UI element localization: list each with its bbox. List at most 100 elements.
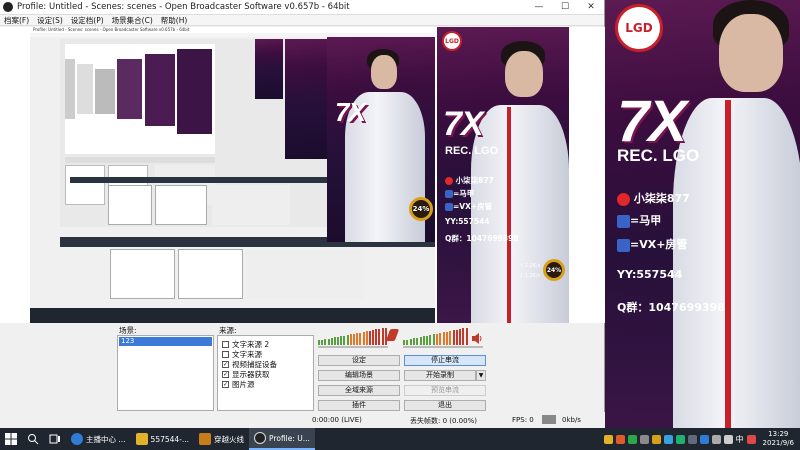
tray-icon[interactable] — [663, 434, 673, 444]
tray-icon[interactable] — [746, 434, 756, 444]
status-bar: 0:00:00 (LIVE) 丢失帧数: 0 (0.00%) FPS: 0 0k… — [0, 412, 605, 428]
meter-segment — [349, 334, 352, 345]
bitrate-readout: 0kb/s — [562, 416, 581, 424]
meter-segment — [324, 339, 327, 345]
volume-icon[interactable] — [723, 434, 733, 444]
meter-segment — [419, 337, 422, 345]
record-dropdown-arrow[interactable]: ▼ — [476, 370, 486, 381]
yy-line: YY:557544 — [617, 268, 683, 281]
sources-list[interactable]: 文字来源 2 文字来源 ✓ 视频捕捉设备 ✓ 显示器获取 ✓ 图片源 — [217, 335, 314, 411]
weibo-line: 小柒柒877 — [617, 190, 690, 206]
meter-segment — [327, 339, 330, 345]
obs-app-icon — [3, 2, 13, 12]
task-view-icon — [49, 434, 60, 444]
tray-icon[interactable] — [651, 434, 661, 444]
source-checkbox[interactable]: ✓ — [222, 381, 229, 388]
mic-volume-slider[interactable] — [403, 346, 483, 348]
qq-line: Q群：1047699398 — [617, 301, 725, 314]
start-record-button[interactable]: 开始录制 — [404, 370, 476, 381]
meter-segment — [442, 332, 445, 345]
stop-stream-button[interactable]: 停止串流 — [404, 355, 486, 366]
meter-segment — [372, 330, 375, 345]
tray-icon[interactable] — [603, 434, 613, 444]
menu-scene-collection[interactable]: 场景集合(C) — [112, 15, 153, 26]
scenes-list[interactable]: 123 — [117, 335, 214, 411]
stream-time: 0:00:00 (LIVE) — [312, 416, 362, 424]
windows-icon — [5, 433, 17, 445]
obs-app-icon — [254, 432, 267, 444]
edit-scene-button[interactable]: 编辑场景 — [318, 370, 400, 381]
minimize-button[interactable]: — — [526, 2, 552, 12]
search-button[interactable] — [22, 428, 44, 450]
meter-segment — [439, 333, 442, 345]
tray-icon[interactable] — [675, 434, 685, 444]
meter-segment — [406, 340, 409, 345]
tray-icon[interactable] — [615, 434, 625, 444]
meter-segment — [436, 334, 438, 345]
system-tray: 中 13:29 2021/9/6 — [603, 428, 800, 450]
preview-area[interactable]: Profile: Untitled - Scenes: scenes - Ope… — [0, 27, 605, 323]
preview-stream-button[interactable]: 预览串流 — [404, 385, 486, 396]
taskbar-app-streamer-center[interactable]: 主播中心 ... — [66, 428, 131, 450]
desktop-volume-slider[interactable] — [318, 346, 388, 348]
meter-segment — [353, 334, 355, 345]
taskbar-app-obs[interactable]: Profile: U... — [249, 428, 315, 450]
menu-help[interactable]: 帮助(H) — [161, 15, 188, 26]
start-button[interactable] — [0, 428, 22, 450]
meter-segment — [416, 338, 419, 345]
menu-settings[interactable]: 设定(S) — [37, 15, 63, 26]
meter-segment — [381, 328, 384, 345]
tray-icon[interactable] — [687, 434, 697, 444]
tray-icon[interactable] — [627, 434, 637, 444]
streamer-app-icon — [71, 433, 83, 445]
menu-file[interactable]: 档案(F) — [4, 15, 29, 26]
source-checkbox[interactable]: ✓ — [222, 361, 229, 368]
tray-icon[interactable] — [639, 434, 649, 444]
taskbar: 主播中心 ... 557544-... 穿越火线 Profile: U... 中… — [0, 428, 800, 450]
weibo-icon — [617, 192, 630, 206]
network-icon[interactable] — [711, 434, 721, 444]
meter-segment — [426, 336, 429, 345]
obs-window: Profile: Untitled - Scenes: scenes - Ope… — [0, 0, 605, 428]
stream-health-indicator — [542, 415, 556, 424]
menu-bar: 档案(F) 设定(S) 设定档(P) 场景集合(C) 帮助(H) — [0, 15, 604, 26]
close-button[interactable]: ✕ — [578, 2, 604, 12]
meter-segment — [368, 331, 371, 345]
badge-icon — [617, 238, 630, 252]
meter-segment — [403, 340, 405, 345]
meter-segment — [459, 329, 462, 345]
source-item[interactable]: ✓ 图片源 — [222, 379, 255, 390]
headline-7x: 7X — [617, 89, 687, 154]
lgd-logo: LGD — [615, 4, 663, 52]
meter-segment — [365, 331, 368, 345]
task-view-button[interactable] — [44, 428, 66, 450]
meter-segment — [343, 336, 346, 345]
source-checkbox[interactable]: ✓ — [222, 371, 229, 378]
plugins-button[interactable]: 插件 — [318, 400, 400, 411]
meter-segment — [412, 338, 415, 345]
crossfire-app-icon — [199, 433, 212, 445]
alias-line: =马甲 — [617, 212, 661, 228]
taskbar-app-crossfire[interactable]: 穿越火线 — [194, 428, 249, 450]
source-checkbox[interactable] — [222, 341, 229, 348]
shield-icon[interactable] — [699, 434, 709, 444]
meter-segment — [465, 328, 468, 345]
desktop-audio-meter — [318, 327, 388, 345]
title-bar[interactable]: Profile: Untitled - Scenes: scenes - Ope… — [0, 0, 604, 15]
speaker-icon[interactable] — [472, 329, 483, 344]
meter-segment — [321, 340, 324, 345]
settings-button[interactable]: 设定 — [318, 355, 400, 366]
global-sources-button[interactable]: 全域来源 — [318, 385, 400, 396]
meter-segment — [432, 334, 435, 345]
taskbar-app-yy[interactable]: 557544-... — [131, 428, 195, 450]
stream-poster: LGD 7X REC. LGO 小柒柒877 =马甲 =VX+房管 YY:557… — [605, 0, 800, 450]
ime-indicator[interactable]: 中 — [736, 434, 744, 445]
menu-profile[interactable]: 设定档(P) — [71, 15, 104, 26]
maximize-button[interactable]: ☐ — [552, 2, 578, 12]
meter-segment — [449, 331, 452, 345]
scene-item[interactable]: 123 — [119, 337, 212, 346]
preview-poster: LGD 7X REC. LGO 小柒柒877 =马甲 =VX+房管 YY:557… — [437, 27, 569, 323]
source-checkbox[interactable] — [222, 351, 229, 358]
clock[interactable]: 13:29 2021/9/6 — [763, 430, 794, 448]
exit-button[interactable]: 退出 — [404, 400, 486, 411]
